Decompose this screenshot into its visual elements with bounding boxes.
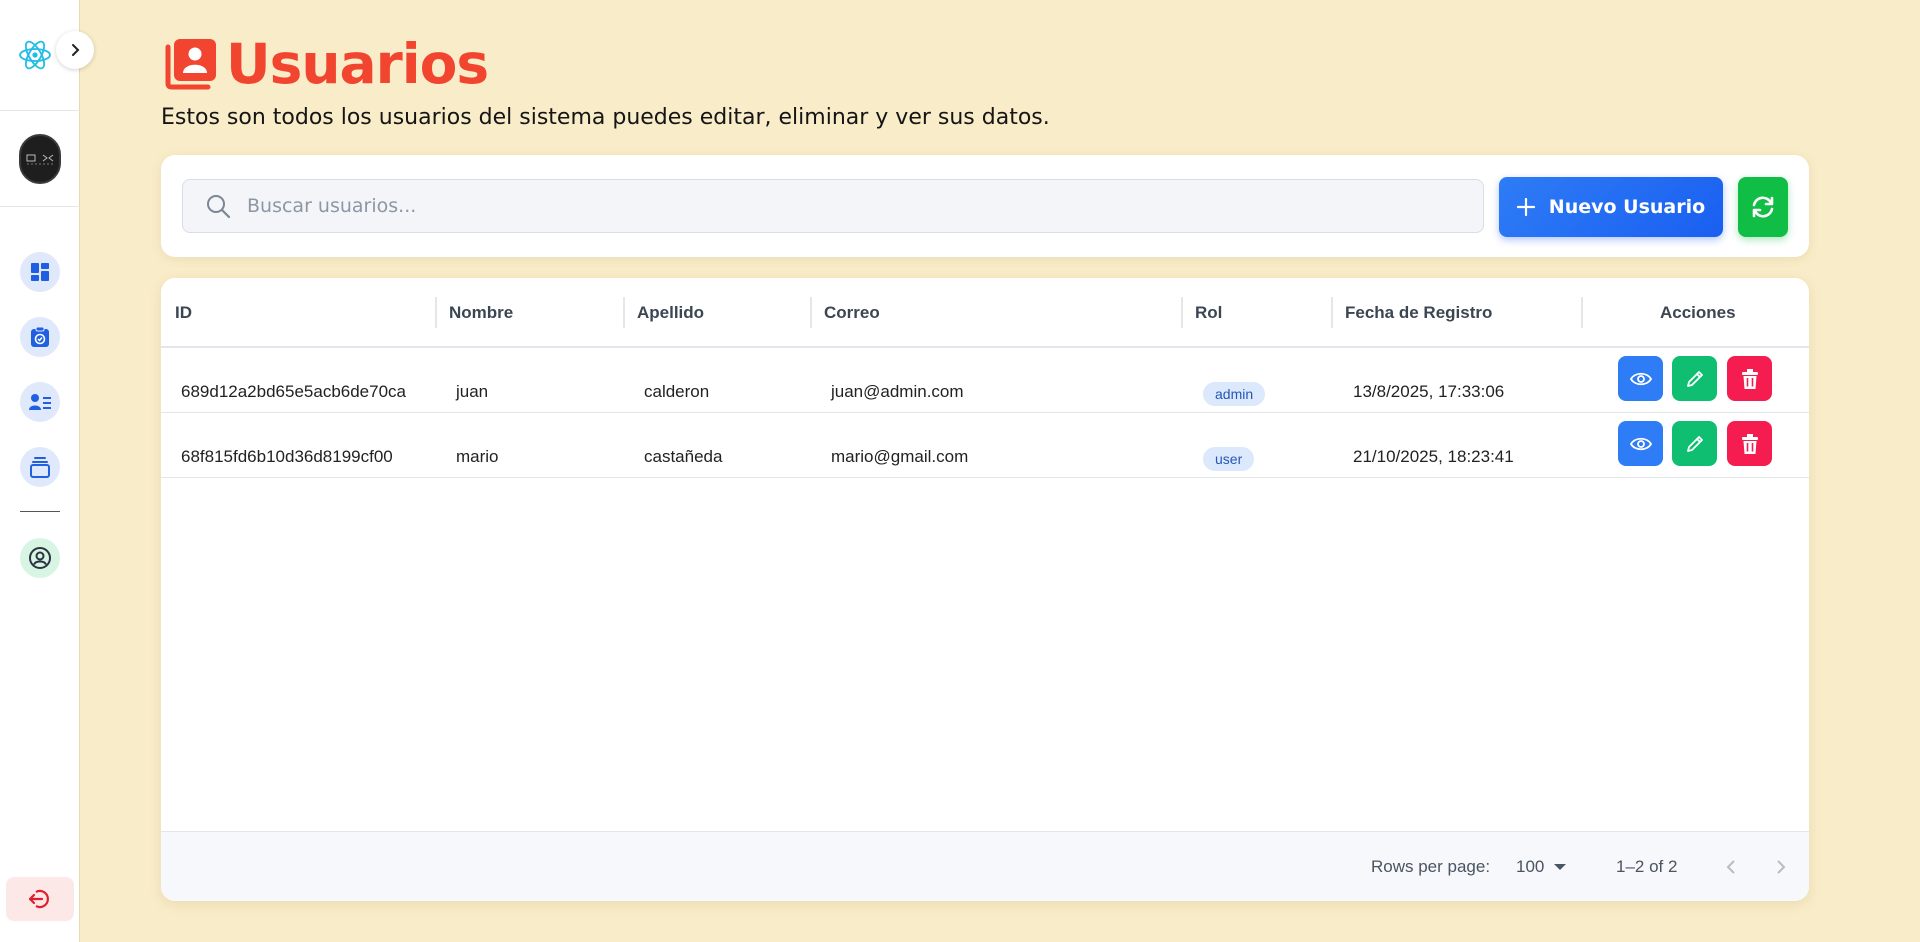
pagination-range: 1–2 of 2	[1616, 857, 1678, 876]
cell-fecha: 13/8/2025, 17:33:06	[1353, 382, 1505, 401]
column-separator[interactable]	[623, 297, 625, 328]
column-header-correo[interactable]: Correo	[824, 278, 880, 348]
pencil-icon	[1686, 435, 1703, 452]
table-row[interactable]: 689d12a2bd65e5acb6de70ca juan calderon j…	[161, 348, 1809, 413]
table-row[interactable]: 68f815fd6b10d36d8199cf00 mario castañeda…	[161, 413, 1809, 478]
cell-nombre: mario	[456, 447, 499, 466]
next-page-button[interactable]	[1769, 855, 1793, 879]
page-subtitle: Estos son todos los usuarios del sistema…	[161, 105, 1050, 130]
trash-icon	[1741, 433, 1758, 454]
sidebar-divider	[0, 206, 80, 207]
view-button[interactable]	[1618, 356, 1663, 401]
sidebar-item-dashboard[interactable]	[20, 252, 60, 292]
cell-id: 68f815fd6b10d36d8199cf00	[181, 447, 393, 466]
search-input[interactable]	[247, 195, 1447, 217]
rows-per-page-value: 100	[1516, 857, 1545, 876]
new-user-label: Nuevo Usuario	[1548, 196, 1706, 218]
user-circle-icon	[29, 547, 51, 569]
page-title: Usuarios	[226, 32, 489, 96]
caret-down-icon	[1554, 864, 1567, 870]
cell-nombre: juan	[456, 382, 489, 401]
edit-button[interactable]	[1672, 356, 1717, 401]
clipboard-check-icon	[31, 326, 49, 347]
sidebar	[0, 0, 94, 942]
column-separator[interactable]	[435, 297, 437, 328]
sidebar-item-users[interactable]	[20, 382, 60, 422]
cell-correo: mario@gmail.com	[831, 447, 969, 466]
sidebar-item-profile[interactable]	[20, 538, 60, 578]
chevron-right-icon	[1777, 860, 1786, 874]
delete-button[interactable]	[1727, 421, 1772, 466]
rows-per-page-label: Rows per page:	[1371, 857, 1491, 876]
stacked-layers-icon	[30, 457, 50, 478]
avatar-image-icon	[26, 154, 54, 165]
cell-id: 689d12a2bd65e5acb6de70ca	[181, 382, 407, 401]
trash-icon	[1741, 368, 1758, 389]
column-separator[interactable]	[1331, 297, 1333, 328]
search-toolbar: Nuevo Usuario	[161, 155, 1809, 257]
eye-icon	[1629, 437, 1652, 450]
logout-icon	[28, 889, 49, 909]
sidebar-divider	[0, 110, 80, 111]
search-icon	[207, 195, 231, 219]
column-header-nombre[interactable]: Nombre	[449, 278, 513, 348]
eye-icon	[1629, 372, 1652, 385]
column-header-apellido[interactable]: Apellido	[637, 278, 704, 348]
role-badge: admin	[1203, 382, 1266, 406]
user-contacts-icon	[165, 39, 216, 90]
previous-page-button[interactable]	[1719, 855, 1743, 879]
logout-button[interactable]	[6, 877, 74, 921]
column-header-fecha[interactable]: Fecha de Registro	[1345, 278, 1492, 348]
column-separator[interactable]	[1181, 297, 1183, 328]
new-user-button[interactable]: Nuevo Usuario	[1499, 177, 1723, 237]
pencil-icon	[1686, 370, 1703, 387]
dashboard-grid-icon	[31, 263, 49, 281]
sidebar-item-layers[interactable]	[20, 447, 60, 487]
refresh-button[interactable]	[1738, 177, 1788, 237]
users-table: ID Nombre Apellido Correo Rol Fecha de R…	[161, 278, 1809, 901]
cell-fecha: 21/10/2025, 18:23:41	[1353, 447, 1514, 466]
role-badge: user	[1203, 447, 1255, 471]
column-separator[interactable]	[1581, 297, 1583, 328]
sidebar-toggle-button[interactable]	[56, 31, 94, 69]
avatar[interactable]	[19, 134, 61, 184]
refresh-icon	[1752, 196, 1774, 218]
users-list-icon	[29, 394, 51, 410]
sidebar-divider-line	[20, 511, 60, 512]
cell-apellido: calderon	[644, 382, 710, 401]
plus-icon	[1516, 198, 1535, 216]
table-header: ID Nombre Apellido Correo Rol Fecha de R…	[161, 278, 1809, 348]
edit-button[interactable]	[1672, 421, 1717, 466]
view-button[interactable]	[1618, 421, 1663, 466]
column-header-id[interactable]: ID	[175, 278, 192, 348]
page-header: Usuarios	[164, 32, 489, 96]
react-atom-icon[interactable]	[18, 38, 52, 72]
chevron-left-icon	[1726, 860, 1735, 874]
column-header-acciones: Acciones	[1660, 303, 1736, 322]
rows-per-page-select[interactable]: 100	[1516, 832, 1567, 901]
column-header-rol[interactable]: Rol	[1195, 278, 1222, 348]
table-pagination: Rows per page: 100 1–2 of 2	[161, 831, 1809, 901]
column-separator[interactable]	[810, 297, 812, 328]
cell-correo: juan@admin.com	[831, 382, 964, 401]
cell-apellido: castañeda	[644, 447, 723, 466]
sidebar-item-tasks[interactable]	[20, 317, 60, 357]
delete-button[interactable]	[1727, 356, 1772, 401]
chevron-right-icon	[72, 44, 80, 56]
search-field[interactable]	[182, 179, 1484, 233]
